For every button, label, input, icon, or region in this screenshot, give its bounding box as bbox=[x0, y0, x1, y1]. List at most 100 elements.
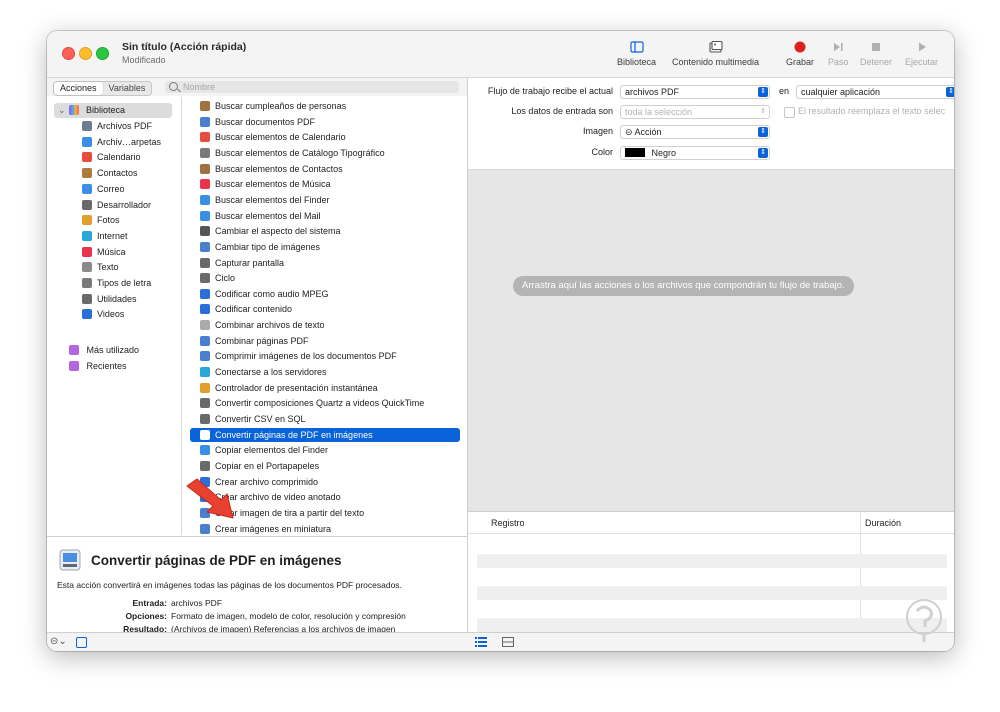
sidebar-item-label: Tipos de letra bbox=[97, 278, 152, 288]
library-books-icon bbox=[68, 105, 79, 115]
smart-folder-icon bbox=[69, 361, 79, 371]
window-subtitle: Modificado bbox=[122, 55, 166, 65]
action-item[interactable]: Combinar archivos de texto bbox=[190, 318, 460, 332]
action-icon bbox=[200, 320, 210, 331]
action-item[interactable]: Buscar elementos de Música bbox=[190, 177, 460, 191]
sidebar-item-internet[interactable]: Internet bbox=[82, 229, 128, 244]
application-popup[interactable]: cualquier aplicación ⇕ bbox=[796, 85, 954, 99]
action-item[interactable]: Convertir composiciones Quartz a videos … bbox=[190, 396, 460, 410]
list-view-icon[interactable] bbox=[475, 637, 487, 647]
action-item[interactable]: Crear imágenes en miniatura bbox=[190, 522, 460, 536]
action-item[interactable]: Capturar pantalla bbox=[190, 256, 460, 270]
description-toggle-icon[interactable] bbox=[76, 637, 87, 648]
action-label: Buscar documentos PDF bbox=[215, 116, 316, 127]
action-label: Cambiar tipo de imágenes bbox=[215, 241, 321, 252]
action-item[interactable]: Buscar cumpleaños de personas bbox=[190, 99, 460, 113]
sidebar-item-fonts[interactable]: Tipos de letra bbox=[82, 276, 151, 291]
play-icon bbox=[918, 42, 926, 52]
workflow-drop-area[interactable]: Arrastra aquí las acciones o los archivo… bbox=[468, 170, 954, 511]
step-toolbar-button[interactable]: Paso bbox=[828, 40, 849, 67]
log-column-header[interactable]: Registro bbox=[491, 518, 525, 528]
action-label: Buscar elementos de Música bbox=[215, 179, 331, 190]
library-header[interactable]: ⌄ Biblioteca bbox=[54, 103, 172, 118]
action-item[interactable]: Copiar elementos del Finder bbox=[190, 443, 460, 457]
action-item[interactable]: Buscar elementos del Finder bbox=[190, 193, 460, 207]
workflow-pane: Flujo de trabajo recibe el actual archiv… bbox=[467, 78, 954, 633]
sidebar-item-contacts[interactable]: Contactos bbox=[82, 166, 138, 181]
sidebar-item-text[interactable]: Texto bbox=[82, 260, 119, 275]
replace-checkbox[interactable] bbox=[784, 107, 795, 118]
close-button[interactable] bbox=[62, 47, 75, 60]
sidebar-item-music[interactable]: Música bbox=[82, 245, 126, 260]
fonts-icon bbox=[82, 278, 92, 288]
action-item[interactable]: Cambiar tipo de imágenes bbox=[190, 240, 460, 254]
action-icon bbox=[200, 367, 210, 378]
action-item[interactable]: Copiar en el Portapapeles bbox=[190, 459, 460, 473]
description-title: Convertir páginas de PDF en imágenes bbox=[91, 553, 342, 568]
duration-column-header[interactable]: Duración bbox=[865, 518, 901, 528]
image-popup[interactable]: ⊝ Acción ⇕ bbox=[620, 125, 770, 139]
sidebar-item-calendar[interactable]: Calendario bbox=[82, 150, 141, 165]
action-item[interactable]: Cambiar el aspecto del sistema bbox=[190, 224, 460, 238]
split-view-icon[interactable] bbox=[502, 637, 514, 647]
preview-app-icon bbox=[59, 549, 81, 571]
red-arrow-annotation bbox=[186, 478, 234, 519]
search-bar: Acciones Variables Nombre bbox=[47, 78, 467, 96]
zoom-button[interactable] bbox=[96, 47, 109, 60]
action-item[interactable]: Buscar documentos PDF bbox=[190, 115, 460, 129]
action-item[interactable]: Comprimir imágenes de los documentos PDF bbox=[190, 349, 460, 363]
folder-icon bbox=[82, 136, 92, 147]
receives-popup[interactable]: archivos PDF ⇕ bbox=[620, 85, 770, 99]
workflow-header: Flujo de trabajo recibe el actual archiv… bbox=[468, 78, 954, 170]
color-label: Color bbox=[591, 147, 613, 157]
action-icon bbox=[200, 382, 210, 393]
action-description: Convertir páginas de PDF en imágenes Est… bbox=[47, 536, 467, 634]
action-icon bbox=[200, 351, 210, 362]
action-item[interactable]: Ciclo bbox=[190, 271, 460, 285]
tab-actions[interactable]: Acciones bbox=[54, 82, 103, 95]
action-icon bbox=[200, 101, 210, 111]
most-used-label: Más utilizado bbox=[86, 345, 140, 355]
sidebar-item-mail[interactable]: Correo bbox=[82, 182, 125, 197]
action-item[interactable]: Convertir CSV en SQL bbox=[190, 412, 460, 426]
sidebar-item-pdf[interactable]: Archivos PDF bbox=[82, 119, 152, 134]
color-popup[interactable]: Negro ⇕ bbox=[620, 146, 770, 160]
action-item[interactable]: Convertir páginas de PDF en imágenes bbox=[190, 427, 460, 442]
sidebar-item-most-used[interactable]: Más utilizado bbox=[69, 343, 139, 358]
sidebar-item-photos[interactable]: Fotos bbox=[82, 213, 120, 228]
minimize-button[interactable] bbox=[79, 47, 92, 60]
action-icon bbox=[200, 241, 210, 252]
media-toolbar-button[interactable]: Contenido multimedia bbox=[672, 40, 759, 67]
action-item[interactable]: Controlador de presentación instantánea bbox=[190, 381, 460, 395]
contacts-icon bbox=[82, 168, 92, 179]
step-icon bbox=[834, 43, 843, 51]
action-item[interactable]: Codificar como audio MPEG bbox=[190, 287, 460, 301]
action-item[interactable]: Combinar páginas PDF bbox=[190, 334, 460, 348]
action-label: Crear imagen de tira a partir del texto bbox=[215, 507, 365, 518]
action-item[interactable]: Codificar contenido bbox=[190, 302, 460, 316]
action-item[interactable]: Conectarse a los servidores bbox=[190, 365, 460, 379]
replace-label: El resultado reemplaza el texto selec bbox=[798, 106, 946, 116]
sidebar-item-developer[interactable]: Desarrollador bbox=[82, 198, 151, 213]
record-toolbar-button[interactable]: Grabar bbox=[786, 40, 814, 67]
search-input[interactable]: Nombre bbox=[165, 81, 459, 93]
videos-icon bbox=[82, 309, 92, 320]
action-label: Capturar pantalla bbox=[215, 257, 285, 268]
application-value: cualquier aplicación bbox=[801, 87, 881, 97]
sidebar-item-videos[interactable]: Videos bbox=[82, 307, 124, 322]
input-is-popup[interactable]: toda la selección ⇕ bbox=[620, 105, 770, 119]
action-icon bbox=[200, 194, 210, 205]
tab-variables[interactable]: Variables bbox=[103, 82, 152, 95]
action-menu-icon[interactable]: ⊝⌄ bbox=[50, 636, 67, 647]
action-label: Convertir CSV en SQL bbox=[215, 414, 306, 424]
stop-toolbar-button[interactable]: Detener bbox=[860, 40, 892, 67]
action-item[interactable]: Buscar elementos de Catálogo Tipográfico bbox=[190, 146, 460, 160]
run-toolbar-button[interactable]: Ejecutar bbox=[905, 40, 938, 67]
action-item[interactable]: Buscar elementos del Mail bbox=[190, 209, 460, 223]
sidebar-item-utilities[interactable]: Utilidades bbox=[82, 292, 137, 307]
action-item[interactable]: Buscar elementos de Calendario bbox=[190, 130, 460, 144]
sidebar-item-recent[interactable]: Recientes bbox=[69, 359, 127, 374]
action-item[interactable]: Buscar elementos de Contactos bbox=[190, 162, 460, 176]
library-toolbar-button[interactable]: Biblioteca bbox=[617, 40, 656, 67]
sidebar-item-folder[interactable]: Archiv…arpetas bbox=[82, 135, 161, 150]
